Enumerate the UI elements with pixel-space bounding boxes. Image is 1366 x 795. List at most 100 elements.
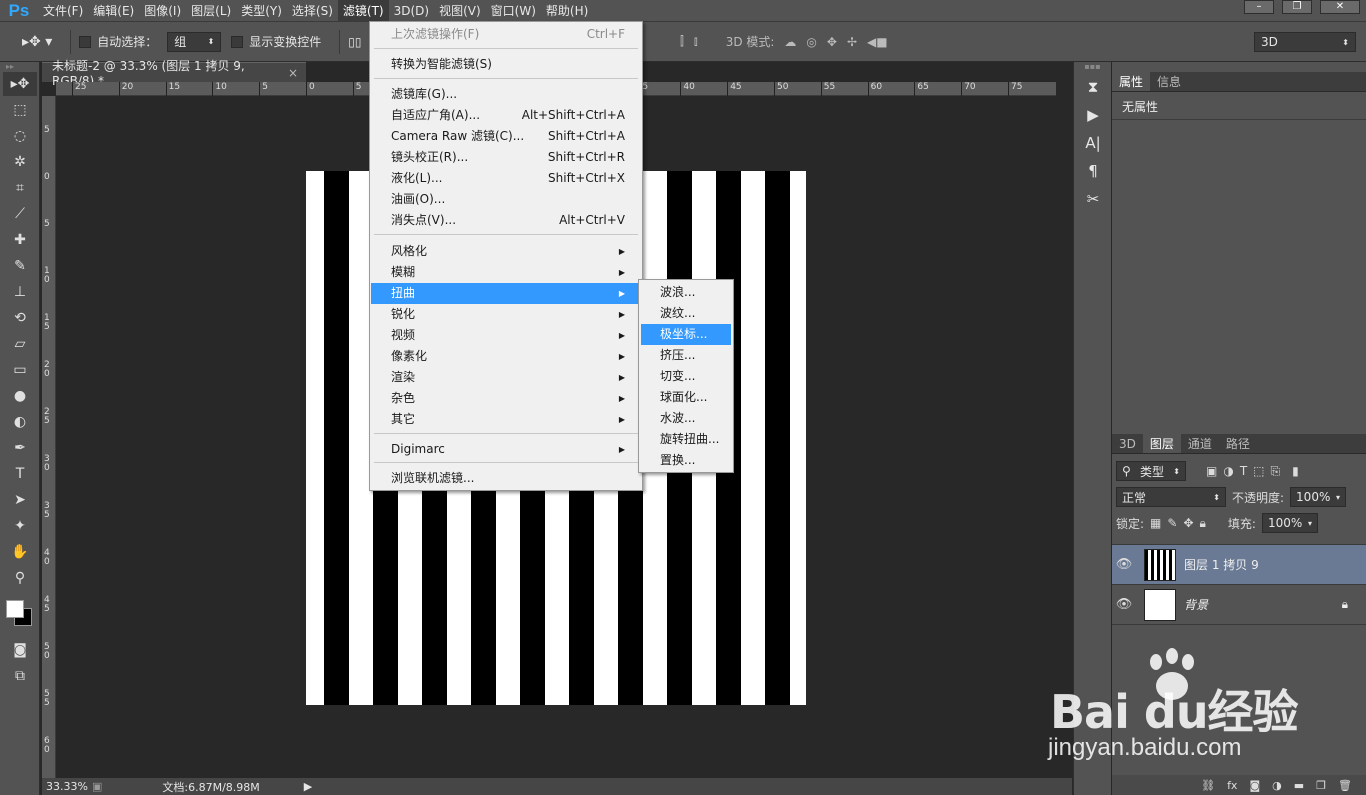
distort-submenu-item[interactable]: 球面化... (641, 387, 731, 408)
path-select-icon[interactable]: ➤ (3, 488, 37, 512)
menu-8[interactable]: 视图(V) (434, 0, 486, 22)
filter-menu-item[interactable]: 扭曲 ▶ (371, 283, 641, 304)
menu-3[interactable]: 图层(L) (186, 0, 236, 22)
layers-tab[interactable]: 3D (1112, 434, 1143, 453)
adjustment-icon[interactable]: ◑ (1272, 779, 1282, 792)
properties-tab[interactable]: 属性 (1112, 72, 1151, 91)
trash-icon[interactable]: 🗑︎ (1338, 779, 1352, 792)
color-swatches[interactable] (0, 592, 39, 636)
close-window-button[interactable]: ✕ (1320, 0, 1360, 14)
distribute-icon[interactable]: ⫾ (694, 34, 698, 49)
dodge-tool-icon[interactable]: ◐ (3, 410, 37, 434)
distort-submenu-item[interactable]: 切变... (641, 366, 731, 387)
move-tool-icon[interactable]: ▸✥ (3, 72, 37, 96)
gradient-icon[interactable]: ▭ (3, 358, 37, 382)
zoom-level[interactable]: 33.33% (42, 780, 92, 793)
filter-menu-item[interactable]: 其它 ▶ (371, 409, 641, 430)
adjustment-filter-icon[interactable]: ◑ (1223, 464, 1233, 478)
eraser-icon[interactable]: ▱ (3, 332, 37, 356)
align-icon[interactable]: ▯▯ (348, 35, 361, 49)
lasso-tool-icon[interactable]: ◌ (3, 124, 37, 148)
smart-object-filter-icon[interactable]: ⎘ (1271, 464, 1281, 479)
history-panel-icon[interactable]: ⧗ (1079, 76, 1107, 98)
filter-menu-item[interactable]: 视频 ▶ (371, 325, 641, 346)
move-tool-preset[interactable]: ▸✥ ▾ (22, 34, 52, 50)
character-panel-icon[interactable]: A| (1079, 132, 1107, 154)
document-tab[interactable]: 未标题-2 @ 33.3% (图层 1 拷贝 9, RGB/8) * × (42, 59, 306, 88)
menu-0[interactable]: 文件(F) (38, 0, 88, 22)
fill-input[interactable]: 100% ▾ (1261, 513, 1318, 533)
foreground-color[interactable] (6, 600, 24, 618)
shape-filter-icon[interactable]: ⬚ (1253, 464, 1264, 478)
layer-name[interactable]: 背景 (1184, 596, 1208, 613)
filter-menu-item[interactable]: 消失点(V)... Alt+Ctrl+V (371, 210, 641, 231)
properties-tab[interactable]: 信息 (1150, 72, 1188, 91)
distort-submenu-item[interactable]: 置换... (641, 450, 731, 471)
align-distribute-icon[interactable]: ⫿ (680, 34, 684, 49)
layers-tab[interactable]: 通道 (1181, 434, 1219, 453)
type-filter-icon[interactable]: T (1240, 464, 1247, 478)
magic-wand-icon[interactable]: ✲ (3, 150, 37, 174)
filter-menu-item[interactable]: 锐化 ▶ (371, 304, 641, 325)
filter-menu-item[interactable]: 滤镜库(G)... (371, 84, 641, 105)
layer-name[interactable]: 图层 1 拷贝 9 (1184, 556, 1259, 573)
distort-submenu-item[interactable]: 波浪... (641, 282, 731, 303)
brush-tool-icon[interactable]: ✎ (3, 254, 37, 278)
minimize-button[interactable]: – (1244, 0, 1274, 14)
quick-mask-icon[interactable]: ◙ (3, 638, 37, 662)
hand-tool-icon[interactable]: ✋ (3, 540, 37, 564)
restore-button[interactable]: ❐ (1282, 0, 1312, 14)
tools-preset-icon[interactable]: ✂ (1079, 188, 1107, 210)
menu-2[interactable]: 图像(I) (139, 0, 186, 22)
close-document-icon[interactable]: × (288, 66, 298, 80)
filter-toggle-icon[interactable]: ▮ (1292, 464, 1299, 478)
auto-select-checkbox[interactable]: 自动选择： (79, 33, 157, 50)
orbit-3d-icon[interactable]: ☁ (784, 35, 796, 49)
eyedropper-icon[interactable]: ⟋ (3, 202, 37, 226)
workspace-dropdown[interactable]: 3D ⬍ (1254, 32, 1356, 52)
screen-mode-icon[interactable]: ⧉ (3, 664, 37, 688)
slide-3d-icon[interactable]: ✢ (847, 35, 857, 49)
link-icon[interactable]: ⛓ (1201, 779, 1215, 792)
distort-submenu-item[interactable]: 旋转扭曲... (641, 429, 731, 450)
filter-menu-item[interactable]: 杂色 ▶ (371, 388, 641, 409)
status-menu-arrow-icon[interactable]: ▶ (304, 780, 312, 793)
filter-menu-item[interactable]: 模糊 ▶ (371, 262, 641, 283)
menu-10[interactable]: 帮助(H) (541, 0, 593, 22)
filter-menu-item[interactable]: Camera Raw 滤镜(C)... Shift+Ctrl+A (371, 126, 641, 147)
filter-menu-item[interactable]: 转换为智能滤镜(S) (371, 54, 641, 75)
roll-3d-icon[interactable]: ◎ (806, 35, 816, 49)
layer-filter-dropdown[interactable]: ⚲ 类型 ⬍ (1116, 461, 1186, 481)
mask-icon[interactable]: ◙ (1249, 779, 1260, 792)
shape-tool-icon[interactable]: ✦ (3, 514, 37, 538)
blur-tool-icon[interactable]: ● (3, 384, 37, 408)
filter-menu-item[interactable]: 液化(L)... Shift+Ctrl+X (371, 168, 641, 189)
lock-pixels-icon[interactable]: ✎ (1167, 516, 1177, 530)
menu-9[interactable]: 窗口(W) (486, 0, 541, 22)
layer-row[interactable]: 👁︎ 背景 🔒︎ (1112, 585, 1366, 625)
menu-4[interactable]: 类型(Y) (236, 0, 287, 22)
paragraph-panel-icon[interactable]: ¶ (1079, 160, 1107, 182)
actions-panel-icon[interactable]: ▶ (1079, 104, 1107, 126)
auto-select-dropdown[interactable]: 组 ⬍ (167, 31, 222, 52)
menu-7[interactable]: 3D(D) (389, 0, 434, 22)
pan-3d-icon[interactable]: ✥ (827, 35, 837, 49)
scale-3d-icon[interactable]: ◀■ (867, 35, 888, 49)
filter-menu-item[interactable]: 浏览联机滤镜... (371, 468, 641, 489)
distort-submenu-item[interactable]: 波纹... (641, 303, 731, 324)
menu-6[interactable]: 滤镜(T) (337, 0, 389, 22)
image-filter-icon[interactable]: ▣ (1206, 464, 1217, 478)
filter-menu-item[interactable]: 像素化 ▶ (371, 346, 641, 367)
filter-menu-item[interactable]: Digimarc ▶ (371, 439, 641, 460)
filter-menu-item[interactable]: 渲染 ▶ (371, 367, 641, 388)
layers-tab[interactable]: 路径 (1219, 434, 1257, 453)
filter-menu-item[interactable]: 油画(O)... (371, 189, 641, 210)
layer-row[interactable]: 👁︎ 图层 1 拷贝 9 (1112, 545, 1366, 585)
menu-5[interactable]: 选择(S) (287, 0, 338, 22)
history-brush-icon[interactable]: ⟲ (3, 306, 37, 330)
stamp-tool-icon[interactable]: ⊥ (3, 280, 37, 304)
blend-mode-dropdown[interactable]: 正常 ⬍ (1116, 487, 1226, 507)
distort-submenu-item[interactable]: 极坐标... (641, 324, 731, 345)
new-layer-icon[interactable]: ❐ (1316, 779, 1326, 792)
fx-icon[interactable]: fx (1227, 779, 1237, 792)
